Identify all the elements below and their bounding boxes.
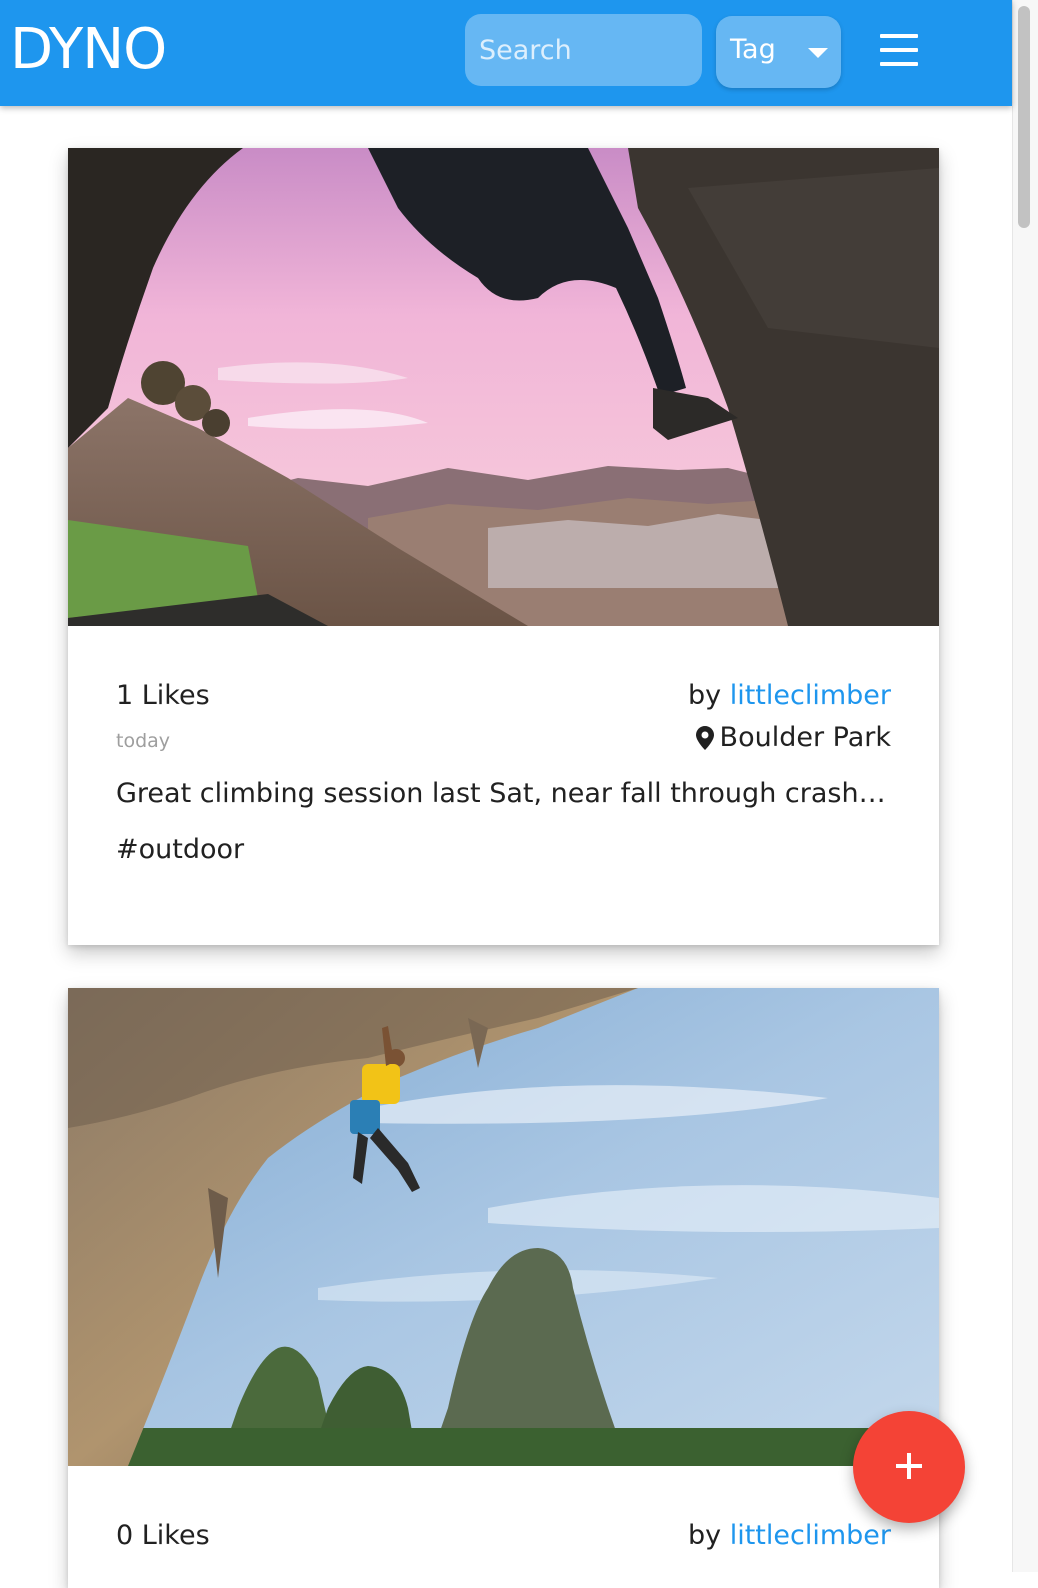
post-card[interactable]: 1 Likes by littleclimber today Boulder P… bbox=[68, 148, 939, 945]
likes-count: 0 Likes bbox=[116, 1520, 210, 1551]
post-author-line: by littleclimber bbox=[688, 680, 891, 711]
brand-logo[interactable]: DYNO bbox=[10, 18, 167, 82]
location-label: Boulder Park bbox=[719, 722, 891, 753]
by-prefix: by bbox=[687, 1520, 722, 1551]
post-caption: Great climbing session last Sat, near fa… bbox=[116, 778, 892, 809]
post-date: today bbox=[116, 730, 171, 752]
post-photo[interactable] bbox=[68, 148, 939, 626]
author-link[interactable]: littleclimber bbox=[730, 1520, 891, 1551]
tag-filter-select[interactable]: Tag bbox=[716, 16, 841, 88]
likes-count: 1 Likes bbox=[116, 680, 210, 711]
post-photo-image bbox=[68, 148, 939, 626]
search-input[interactable] bbox=[465, 14, 702, 86]
scrollbar-track[interactable] bbox=[1012, 0, 1038, 1572]
by-prefix: by bbox=[687, 680, 722, 711]
post-card[interactable]: 0 Likes by littleclimber bbox=[68, 988, 939, 1588]
map-pin-icon bbox=[695, 725, 714, 750]
hamburger-menu-icon bbox=[880, 34, 918, 38]
add-post-button[interactable] bbox=[853, 1411, 965, 1523]
scrollbar-thumb[interactable] bbox=[1018, 6, 1030, 228]
post-photo-image bbox=[68, 988, 939, 1466]
author-link[interactable]: littleclimber bbox=[730, 680, 891, 711]
menu-button[interactable] bbox=[878, 34, 922, 68]
post-photo[interactable] bbox=[68, 988, 939, 1466]
post-location[interactable]: Boulder Park bbox=[695, 722, 891, 753]
post-hashtag[interactable]: #outdoor bbox=[116, 834, 244, 865]
tag-filter-label: Tag bbox=[730, 34, 776, 65]
caret-down-icon bbox=[808, 48, 828, 58]
app-bar: DYNO Tag bbox=[0, 0, 1012, 106]
post-author-line: by littleclimber bbox=[688, 1520, 891, 1551]
